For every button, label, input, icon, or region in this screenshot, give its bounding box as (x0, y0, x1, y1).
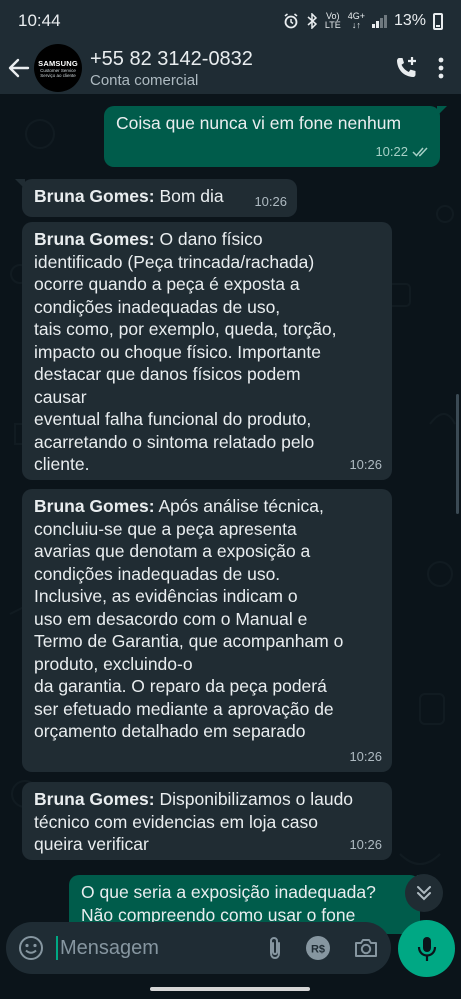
microphone-icon (417, 936, 436, 961)
message-time: 10:26 (349, 456, 382, 472)
message-incoming[interactable]: Bruna Gomes: Disponibilizamos o laudo té… (22, 782, 392, 860)
scrollbar[interactable] (456, 394, 459, 514)
back-button[interactable] (0, 42, 38, 94)
header-actions (393, 55, 461, 81)
alarm-icon (284, 13, 298, 29)
message-sender: Bruna Gomes: (34, 496, 155, 516)
message-composer[interactable]: Mensagem R$ (6, 922, 391, 974)
message-time: 10:22 (375, 143, 408, 159)
home-gesture-bar[interactable] (150, 987, 310, 991)
message-incoming[interactable]: Bruna Gomes: Após análise técnica, concl… (22, 489, 392, 772)
phone-plus-icon[interactable] (393, 55, 419, 81)
battery-percent: 13% (393, 12, 426, 29)
svg-text:R$: R$ (311, 944, 325, 956)
message-incoming[interactable]: Bruna Gomes: O dano físico identificado … (22, 222, 392, 480)
avatar-brand: SAMSUNG (38, 58, 78, 68)
scroll-to-bottom-button[interactable] (405, 874, 443, 912)
message-meta: 10:26 (349, 834, 382, 857)
message-meta: 10:26 (349, 746, 382, 769)
message-meta: 10:22 (375, 141, 430, 164)
composer-actions: R$ (267, 935, 379, 961)
paperclip-icon[interactable] (267, 935, 283, 961)
chat-header: SAMSUNG Customer Service Serviço ao clie… (0, 42, 461, 94)
signal-icon (371, 14, 387, 28)
message-input-placeholder: Mensagem (60, 936, 159, 959)
camera-icon[interactable] (353, 936, 379, 960)
avatar-line-2: Serviço ao cliente (40, 72, 76, 78)
message-text: Bom dia (159, 186, 224, 206)
status-time: 10:44 (18, 11, 61, 30)
chevron-double-down-icon (417, 886, 431, 901)
contact-name: +55 82 3142-0832 (90, 47, 253, 70)
message-text: O dano físico identificado (Peça trincad… (34, 229, 337, 474)
contact-info[interactable]: +55 82 3142-0832 Conta comercial (90, 47, 253, 90)
message-outgoing[interactable]: Coisa que nunca vi em fone nenhum 10:22 (104, 106, 447, 167)
message-sender: Bruna Gomes: (34, 186, 155, 206)
emoji-icon[interactable] (18, 935, 44, 961)
message-sender: Bruna Gomes: (34, 229, 155, 249)
message-text: Coisa que nunca vi em fone nenhum (116, 113, 402, 133)
avatar[interactable]: SAMSUNG Customer Service Serviço ao clie… (34, 44, 82, 92)
network-4g-indicator: 4G+ ↓↑ (347, 11, 365, 30)
voice-message-button[interactable] (398, 920, 455, 977)
status-bar: 10:44 Vo) LTE 4G+ ↓↑ 13% (0, 0, 461, 42)
message-sender: Bruna Gomes: (34, 789, 155, 809)
status-icons: Vo) LTE 4G+ ↓↑ 13% (283, 12, 443, 30)
message-incoming[interactable]: Bruna Gomes: Bom dia 10:26 (15, 179, 297, 217)
input-bar: Mensagem R$ (0, 920, 461, 978)
message-time: 10:26 (349, 836, 382, 852)
message-time: 10:26 (254, 193, 287, 209)
volte-indicator: Vo) LTE (324, 11, 341, 30)
chat-area[interactable]: Coisa que nunca vi em fone nenhum 10:22 … (0, 94, 461, 934)
contact-status: Conta comercial (90, 71, 199, 89)
battery-icon (433, 12, 443, 30)
bluetooth-icon (307, 13, 317, 29)
message-text: Após análise técnica, concluiu-se que a … (34, 496, 344, 741)
message-meta: 10:26 (349, 454, 382, 477)
real-payment-icon[interactable]: R$ (305, 935, 331, 961)
text-caret (56, 936, 58, 960)
arrow-left-icon (8, 58, 30, 78)
message-input[interactable]: Mensagem (56, 936, 267, 960)
message-time: 10:26 (349, 748, 382, 764)
more-vertical-icon[interactable] (437, 56, 445, 80)
system-navigation-bar (0, 978, 461, 999)
double-check-icon (412, 147, 428, 157)
message-meta: 10:26 (254, 191, 287, 214)
